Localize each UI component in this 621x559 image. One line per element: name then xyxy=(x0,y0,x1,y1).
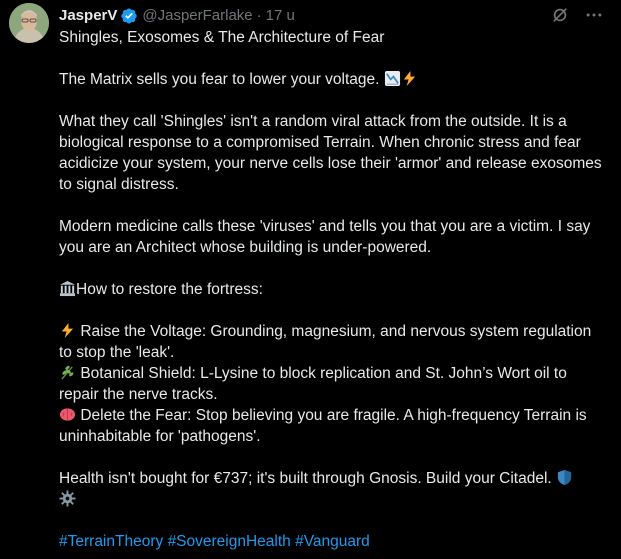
avatar[interactable] xyxy=(9,3,49,43)
user-handle[interactable]: @JasperFarlake xyxy=(142,6,252,26)
brain-emoji xyxy=(59,406,76,423)
verified-badge-icon xyxy=(120,7,138,25)
gear-emoji xyxy=(59,490,76,507)
separator-dot: · xyxy=(256,7,262,24)
hashtag-vanguard[interactable]: #Vanguard xyxy=(295,533,370,550)
list-item-voltage: Raise the Voltage: Grounding, magnesium,… xyxy=(59,321,607,363)
list-item-fear-text: Delete the Fear: Stop believing you are … xyxy=(59,407,587,445)
tweet: JasperV @JasperFarlake · 17 u Shingles, … xyxy=(0,0,621,559)
shield-emoji xyxy=(556,469,573,486)
matrix-line-text: The Matrix sells you fear to lower your … xyxy=(59,71,380,88)
closing-line-text: Health isn't bought for €737; it's built… xyxy=(59,470,552,487)
list-item-botanical: Botanical Shield: L-Lysine to block repl… xyxy=(59,363,607,405)
hashtag-terraintheory[interactable]: #TerrainTheory xyxy=(59,533,163,550)
top-right-actions xyxy=(549,4,605,26)
chart-decreasing-emoji xyxy=(384,70,401,87)
high-voltage-emoji xyxy=(59,322,76,339)
more-options-icon[interactable] xyxy=(583,4,605,26)
list-item-fear: Delete the Fear: Stop believing you are … xyxy=(59,405,607,447)
restore-heading-text: How to restore the fortress: xyxy=(76,281,263,298)
restore-heading: How to restore the fortress: xyxy=(59,279,607,300)
matrix-line: The Matrix sells you fear to lower your … xyxy=(59,69,607,90)
grok-icon[interactable] xyxy=(549,4,571,26)
shingles-paragraph: What they call 'Shingles' isn't a random… xyxy=(59,113,602,193)
high-voltage-emoji xyxy=(401,70,418,87)
herb-emoji xyxy=(59,364,76,381)
closing-line: Health isn't bought for €737; it's built… xyxy=(59,468,607,510)
classical-building-emoji xyxy=(59,280,76,297)
hashtags: #TerrainTheory #SovereignHealth #Vanguar… xyxy=(59,531,607,552)
tweet-header: JasperV @JasperFarlake · 17 u xyxy=(59,6,295,26)
tweet-title: Shingles, Exosomes & The Architecture of… xyxy=(59,29,385,46)
medicine-paragraph: Modern medicine calls these 'viruses' an… xyxy=(59,218,591,256)
hashtag-sovereignhealth[interactable]: #SovereignHealth xyxy=(168,533,291,550)
tweet-text: Shingles, Exosomes & The Architecture of… xyxy=(59,27,607,552)
timestamp[interactable]: 17 u xyxy=(266,6,295,26)
list-item-voltage-text: Raise the Voltage: Grounding, magnesium,… xyxy=(59,323,592,361)
display-name[interactable]: JasperV xyxy=(59,6,117,26)
list-item-botanical-text: Botanical Shield: L-Lysine to block repl… xyxy=(59,365,567,403)
